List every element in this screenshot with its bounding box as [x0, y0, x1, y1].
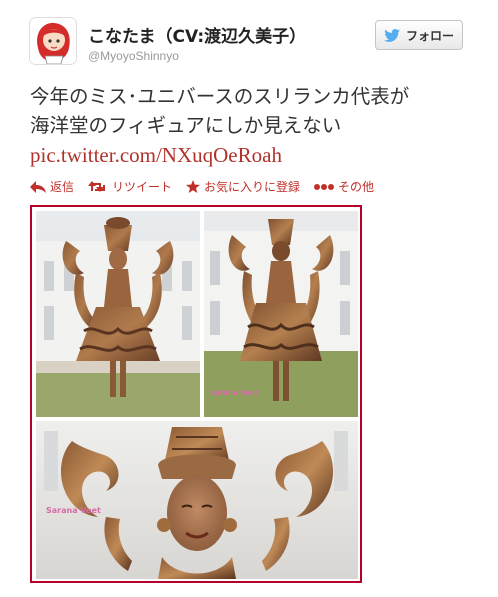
avatar-image — [30, 18, 76, 64]
statue-front-image — [36, 211, 200, 417]
tweet-text: 今年のミス･ユニバースのスリランカ代表が 海洋堂のフィギュアにしか見えない pi… — [30, 82, 480, 170]
tweet-line-1: 今年のミス･ユニバースのスリランカ代表が — [30, 85, 410, 108]
twitter-bird-icon — [383, 28, 400, 42]
avatar[interactable] — [30, 18, 76, 64]
statue-closeup-image: Sarana Veet — [36, 421, 358, 579]
tweet-photo[interactable]: Sarana Veet Sarana Veet — [30, 205, 362, 583]
reply-button[interactable]: 返信 — [30, 178, 74, 195]
retweet-label: リツイート — [112, 180, 173, 194]
favorite-label: お気に入りに登録 — [204, 180, 301, 194]
statue-back-image: Sarana Veet — [204, 211, 358, 417]
photo-panel-closeup: Sarana Veet — [36, 421, 358, 579]
tweet-image-link[interactable]: pic.twitter.com/NXuqOeRoah — [30, 141, 480, 170]
star-icon — [186, 180, 201, 193]
photo-watermark-2: Sarana Veet — [46, 506, 101, 515]
follow-label: フォロー — [405, 28, 454, 43]
retweet-icon — [88, 180, 106, 192]
tweet-actions: 返信 リツイート お気に入りに登録 その他 — [30, 178, 374, 195]
photo-watermark: Sarana Veet — [210, 389, 259, 397]
tweet-line-2: 海洋堂のフィギュアにしか見えない — [30, 114, 342, 137]
photo-panel-front — [36, 211, 200, 417]
reply-icon — [30, 180, 46, 193]
more-icon — [314, 183, 335, 190]
reply-label: 返信 — [50, 180, 75, 194]
retweet-button[interactable]: リツイート — [88, 178, 172, 195]
user-handle[interactable]: @MyoyoShinnyo — [88, 49, 179, 63]
more-label: その他 — [338, 180, 375, 194]
photo-panel-back: Sarana Veet — [204, 211, 358, 417]
follow-button[interactable]: フォロー — [375, 20, 463, 50]
favorite-button[interactable]: お気に入りに登録 — [186, 178, 300, 195]
more-button[interactable]: その他 — [314, 178, 374, 195]
display-name[interactable]: こなたま（CV:渡辺久美子） — [88, 22, 306, 47]
